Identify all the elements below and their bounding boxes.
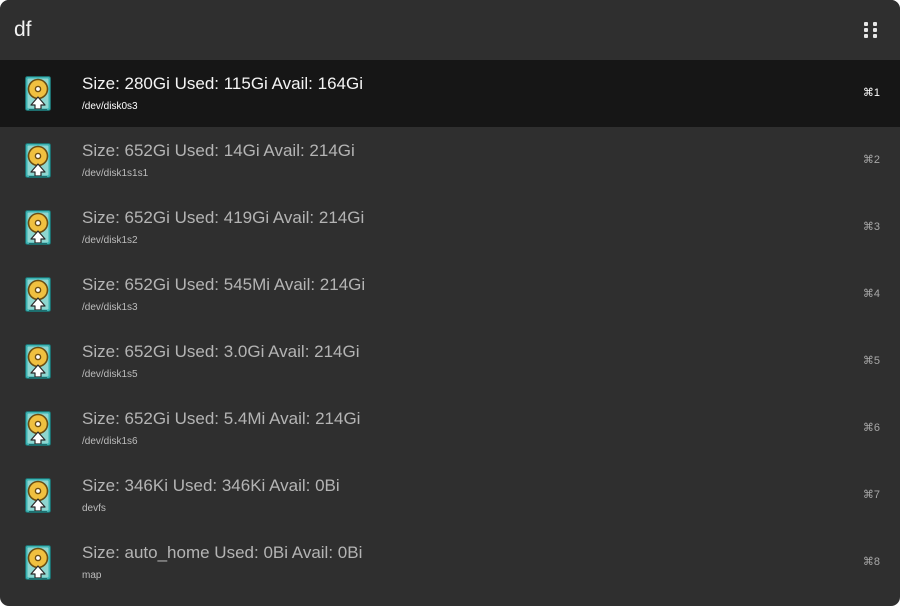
result-row-8[interactable]: Size: auto_home Used: 0Bi Avail: 0Bi map… bbox=[0, 529, 900, 596]
result-shortcut: ⌘4 bbox=[862, 288, 880, 300]
result-title: Size: auto_home Used: 0Bi Avail: 0Bi bbox=[82, 543, 363, 562]
search-input[interactable] bbox=[14, 14, 834, 46]
result-subtitle: /dev/disk1s6 bbox=[82, 436, 138, 447]
result-title: Size: 346Ki Used: 346Ki Avail: 0Bi bbox=[82, 476, 340, 495]
grip-dots-icon[interactable] bbox=[864, 22, 878, 40]
result-shortcut: ⌘6 bbox=[862, 422, 880, 434]
hard-disk-icon bbox=[25, 478, 51, 513]
result-shortcut: ⌘5 bbox=[862, 355, 880, 367]
result-title: Size: 652Gi Used: 14Gi Avail: 214Gi bbox=[82, 141, 355, 160]
result-shortcut: ⌘8 bbox=[862, 556, 880, 568]
result-title: Size: 280Gi Used: 115Gi Avail: 164Gi bbox=[82, 74, 363, 93]
results-list: Size: 280Gi Used: 115Gi Avail: 164Gi /de… bbox=[0, 60, 900, 596]
hard-disk-icon bbox=[25, 545, 51, 580]
hard-disk-icon bbox=[25, 143, 51, 178]
result-title: Size: 652Gi Used: 419Gi Avail: 214Gi bbox=[82, 208, 365, 227]
result-subtitle: /dev/disk0s3 bbox=[82, 101, 138, 112]
result-subtitle: /dev/disk1s2 bbox=[82, 235, 138, 246]
hard-disk-icon bbox=[25, 411, 51, 446]
hard-disk-icon bbox=[25, 210, 51, 245]
hard-disk-icon bbox=[25, 344, 51, 379]
result-title: Size: 652Gi Used: 5.4Mi Avail: 214Gi bbox=[82, 409, 361, 428]
result-row-1[interactable]: Size: 280Gi Used: 115Gi Avail: 164Gi /de… bbox=[0, 60, 900, 127]
result-row-4[interactable]: Size: 652Gi Used: 545Mi Avail: 214Gi /de… bbox=[0, 261, 900, 328]
result-title: Size: 652Gi Used: 545Mi Avail: 214Gi bbox=[82, 275, 366, 294]
search-bar bbox=[0, 0, 900, 60]
result-subtitle: /dev/disk1s5 bbox=[82, 369, 138, 380]
result-subtitle: devfs bbox=[82, 503, 106, 514]
result-subtitle: /dev/disk1s1s1 bbox=[82, 168, 149, 179]
hard-disk-icon bbox=[25, 277, 51, 312]
result-row-5[interactable]: Size: 652Gi Used: 3.0Gi Avail: 214Gi /de… bbox=[0, 328, 900, 395]
result-row-2[interactable]: Size: 652Gi Used: 14Gi Avail: 214Gi /dev… bbox=[0, 127, 900, 194]
result-shortcut: ⌘2 bbox=[862, 154, 880, 166]
result-shortcut: ⌘7 bbox=[862, 489, 880, 501]
hard-disk-icon bbox=[25, 76, 51, 111]
result-subtitle: /dev/disk1s3 bbox=[82, 302, 138, 313]
result-subtitle: map bbox=[82, 570, 102, 581]
result-title: Size: 652Gi Used: 3.0Gi Avail: 214Gi bbox=[82, 342, 360, 361]
result-row-6[interactable]: Size: 652Gi Used: 5.4Mi Avail: 214Gi /de… bbox=[0, 395, 900, 462]
result-shortcut: ⌘3 bbox=[862, 221, 880, 233]
result-shortcut: ⌘1 bbox=[862, 87, 880, 99]
result-row-3[interactable]: Size: 652Gi Used: 419Gi Avail: 214Gi /de… bbox=[0, 194, 900, 261]
launcher-window: Size: 280Gi Used: 115Gi Avail: 164Gi /de… bbox=[0, 0, 900, 606]
result-row-7[interactable]: Size: 346Ki Used: 346Ki Avail: 0Bi devfs… bbox=[0, 462, 900, 529]
